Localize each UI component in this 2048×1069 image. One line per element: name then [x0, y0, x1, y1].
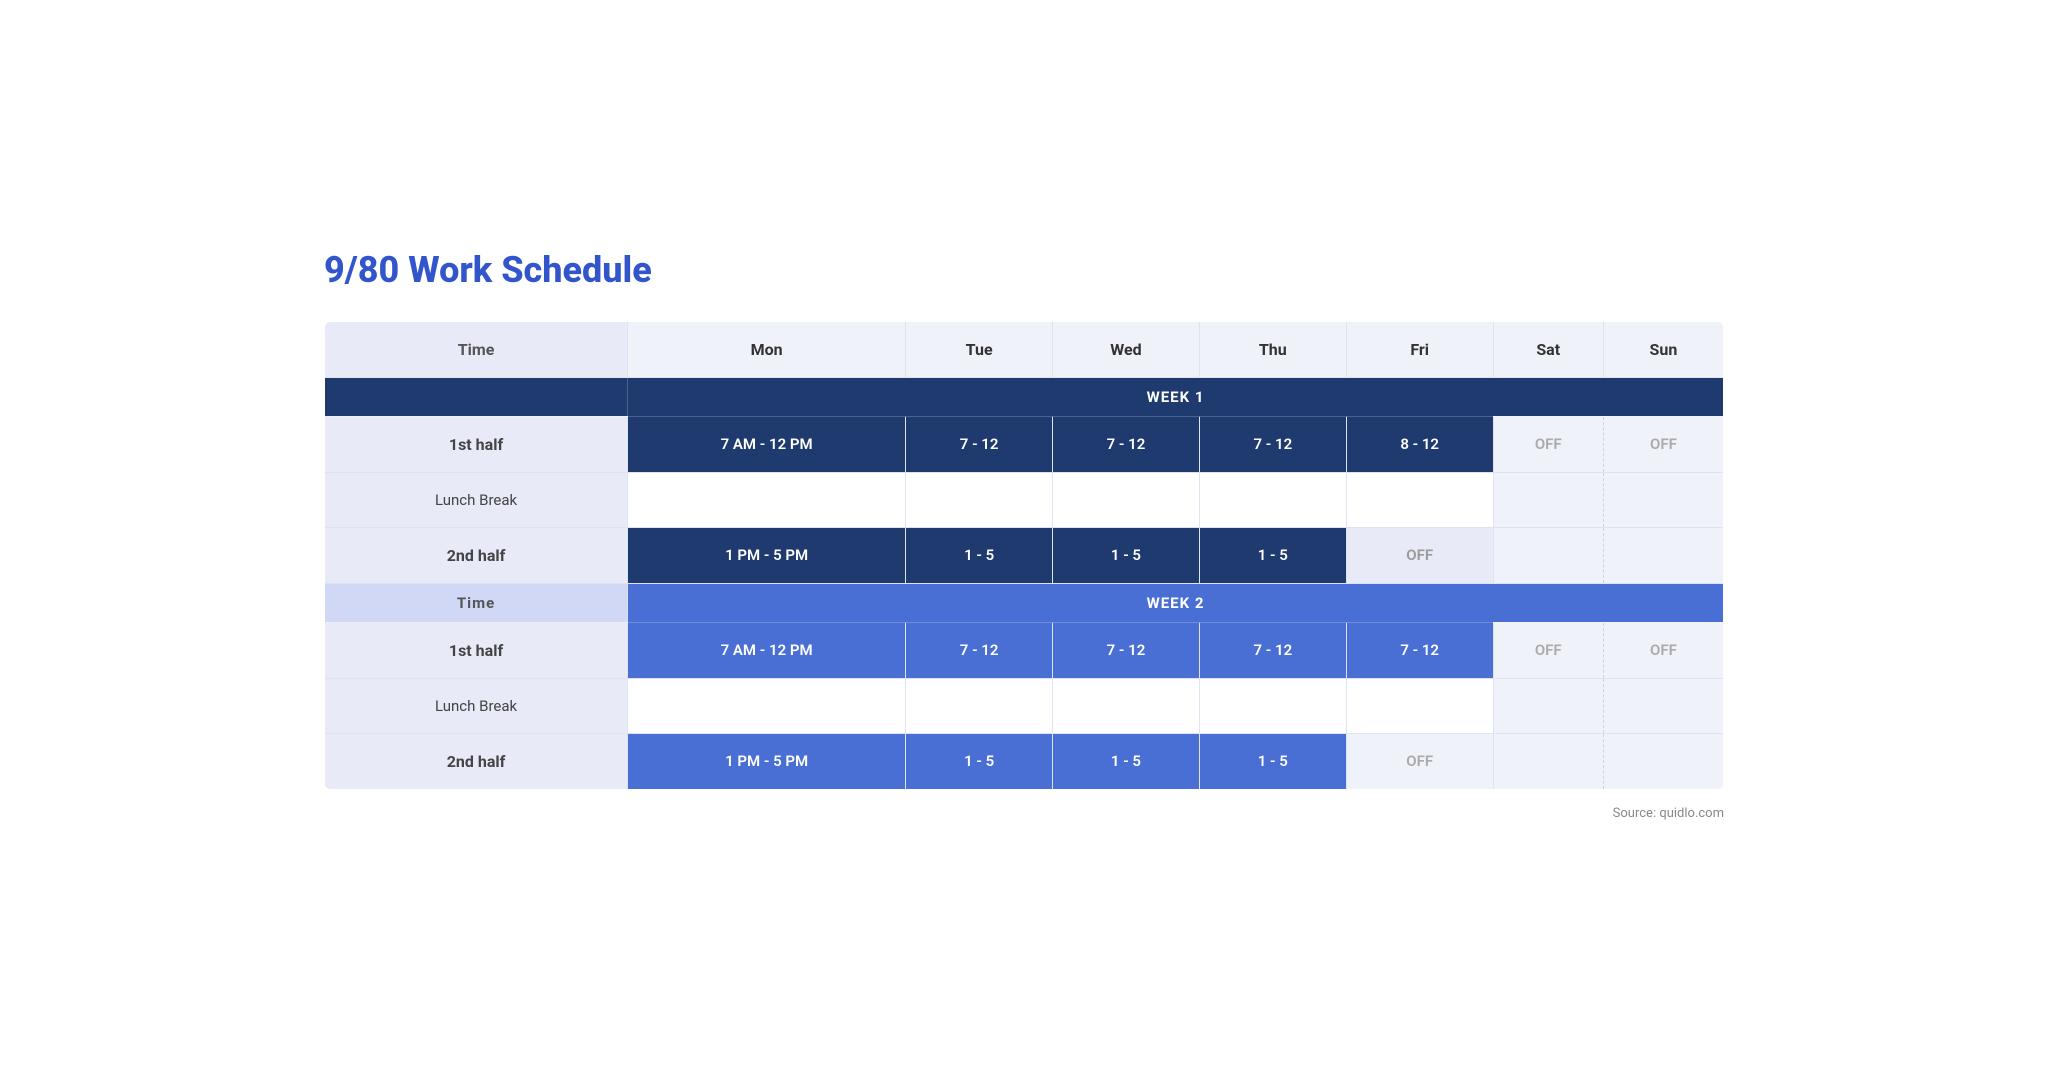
- page-container: 9/80 Work Schedule Time Mon Tue Wed Thu …: [324, 249, 1724, 821]
- week2-lunch-tue: [906, 678, 1053, 733]
- week2-firsthalf-sun: OFF: [1603, 622, 1723, 678]
- week2-secondhalf-wed: 1 - 5: [1053, 733, 1200, 789]
- week1-firsthalf-label: 1st half: [325, 416, 628, 472]
- header-sun: Sun: [1603, 321, 1723, 377]
- week2-lunch-sat: [1493, 678, 1603, 733]
- week1-lunch-row: Lunch Break: [325, 472, 1724, 527]
- week2-secondhalf-thu: 1 - 5: [1199, 733, 1346, 789]
- week1-label-row: WEEK 1: [325, 377, 1724, 416]
- schedule-table: Time Mon Tue Wed Thu Fri Sat Sun WEEK 1 …: [324, 321, 1724, 790]
- week1-lunch-wed: [1053, 472, 1200, 527]
- week1-lunch-fri: [1346, 472, 1493, 527]
- header-time: Time: [325, 321, 628, 377]
- week2-secondhalf-sun: [1603, 733, 1723, 789]
- week1-firsthalf-tue: 7 - 12: [906, 416, 1053, 472]
- header-thu: Thu: [1199, 321, 1346, 377]
- week2-secondhalf-sat: [1493, 733, 1603, 789]
- header-fri: Fri: [1346, 321, 1493, 377]
- week2-lunch-row: Lunch Break: [325, 678, 1724, 733]
- week2-lunch-mon: [628, 678, 906, 733]
- week1-firsthalf-sat: OFF: [1493, 416, 1603, 472]
- week1-secondhalf-wed: 1 - 5: [1053, 527, 1200, 583]
- week2-firsthalf-wed: 7 - 12: [1053, 622, 1200, 678]
- week1-secondhalf-sat: [1493, 527, 1603, 583]
- week2-time-label: Time: [325, 583, 628, 622]
- week2-firsthalf-fri: 7 - 12: [1346, 622, 1493, 678]
- week2-lunch-sun: [1603, 678, 1723, 733]
- week1-secondhalf-fri: OFF: [1346, 527, 1493, 583]
- week1-firsthalf-row: 1st half 7 AM - 12 PM 7 - 12 7 - 12 7 - …: [325, 416, 1724, 472]
- week2-label: WEEK 2: [628, 583, 1724, 622]
- week2-firsthalf-sat: OFF: [1493, 622, 1603, 678]
- header-mon: Mon: [628, 321, 906, 377]
- week2-secondhalf-row: 2nd half 1 PM - 5 PM 1 - 5 1 - 5 1 - 5 O…: [325, 733, 1724, 789]
- week1-label: WEEK 1: [628, 377, 1724, 416]
- source-attribution: Source: quidlo.com: [324, 806, 1724, 821]
- week2-firsthalf-row: 1st half 7 AM - 12 PM 7 - 12 7 - 12 7 - …: [325, 622, 1724, 678]
- week1-lunch-tue: [906, 472, 1053, 527]
- week2-firsthalf-mon: 7 AM - 12 PM: [628, 622, 906, 678]
- week1-lunch-label: Lunch Break: [325, 472, 628, 527]
- week2-secondhalf-label: 2nd half: [325, 733, 628, 789]
- header-wed: Wed: [1053, 321, 1200, 377]
- header-tue: Tue: [906, 321, 1053, 377]
- week1-lunch-sun: [1603, 472, 1723, 527]
- week1-secondhalf-row: 2nd half 1 PM - 5 PM 1 - 5 1 - 5 1 - 5 O…: [325, 527, 1724, 583]
- week1-firsthalf-fri: 8 - 12: [1346, 416, 1493, 472]
- week2-lunch-fri: [1346, 678, 1493, 733]
- week1-secondhalf-thu: 1 - 5: [1199, 527, 1346, 583]
- week2-firsthalf-tue: 7 - 12: [906, 622, 1053, 678]
- week1-firsthalf-thu: 7 - 12: [1199, 416, 1346, 472]
- week2-lunch-wed: [1053, 678, 1200, 733]
- week1-firsthalf-sun: OFF: [1603, 416, 1723, 472]
- header-sat: Sat: [1493, 321, 1603, 377]
- week2-label-row: Time WEEK 2: [325, 583, 1724, 622]
- week1-secondhalf-tue: 1 - 5: [906, 527, 1053, 583]
- week1-lunch-sat: [1493, 472, 1603, 527]
- week1-spacer: [325, 377, 628, 416]
- header-row: Time Mon Tue Wed Thu Fri Sat Sun: [325, 321, 1724, 377]
- week2-lunch-thu: [1199, 678, 1346, 733]
- week2-secondhalf-fri: OFF: [1346, 733, 1493, 789]
- week1-secondhalf-mon: 1 PM - 5 PM: [628, 527, 906, 583]
- week1-firsthalf-mon: 7 AM - 12 PM: [628, 416, 906, 472]
- week1-secondhalf-sun: [1603, 527, 1723, 583]
- week1-secondhalf-label: 2nd half: [325, 527, 628, 583]
- week2-lunch-label: Lunch Break: [325, 678, 628, 733]
- page-title: 9/80 Work Schedule: [324, 249, 1724, 291]
- week1-lunch-thu: [1199, 472, 1346, 527]
- week2-secondhalf-mon: 1 PM - 5 PM: [628, 733, 906, 789]
- week2-secondhalf-tue: 1 - 5: [906, 733, 1053, 789]
- week1-firsthalf-wed: 7 - 12: [1053, 416, 1200, 472]
- week2-firsthalf-label: 1st half: [325, 622, 628, 678]
- week2-firsthalf-thu: 7 - 12: [1199, 622, 1346, 678]
- week1-lunch-mon: [628, 472, 906, 527]
